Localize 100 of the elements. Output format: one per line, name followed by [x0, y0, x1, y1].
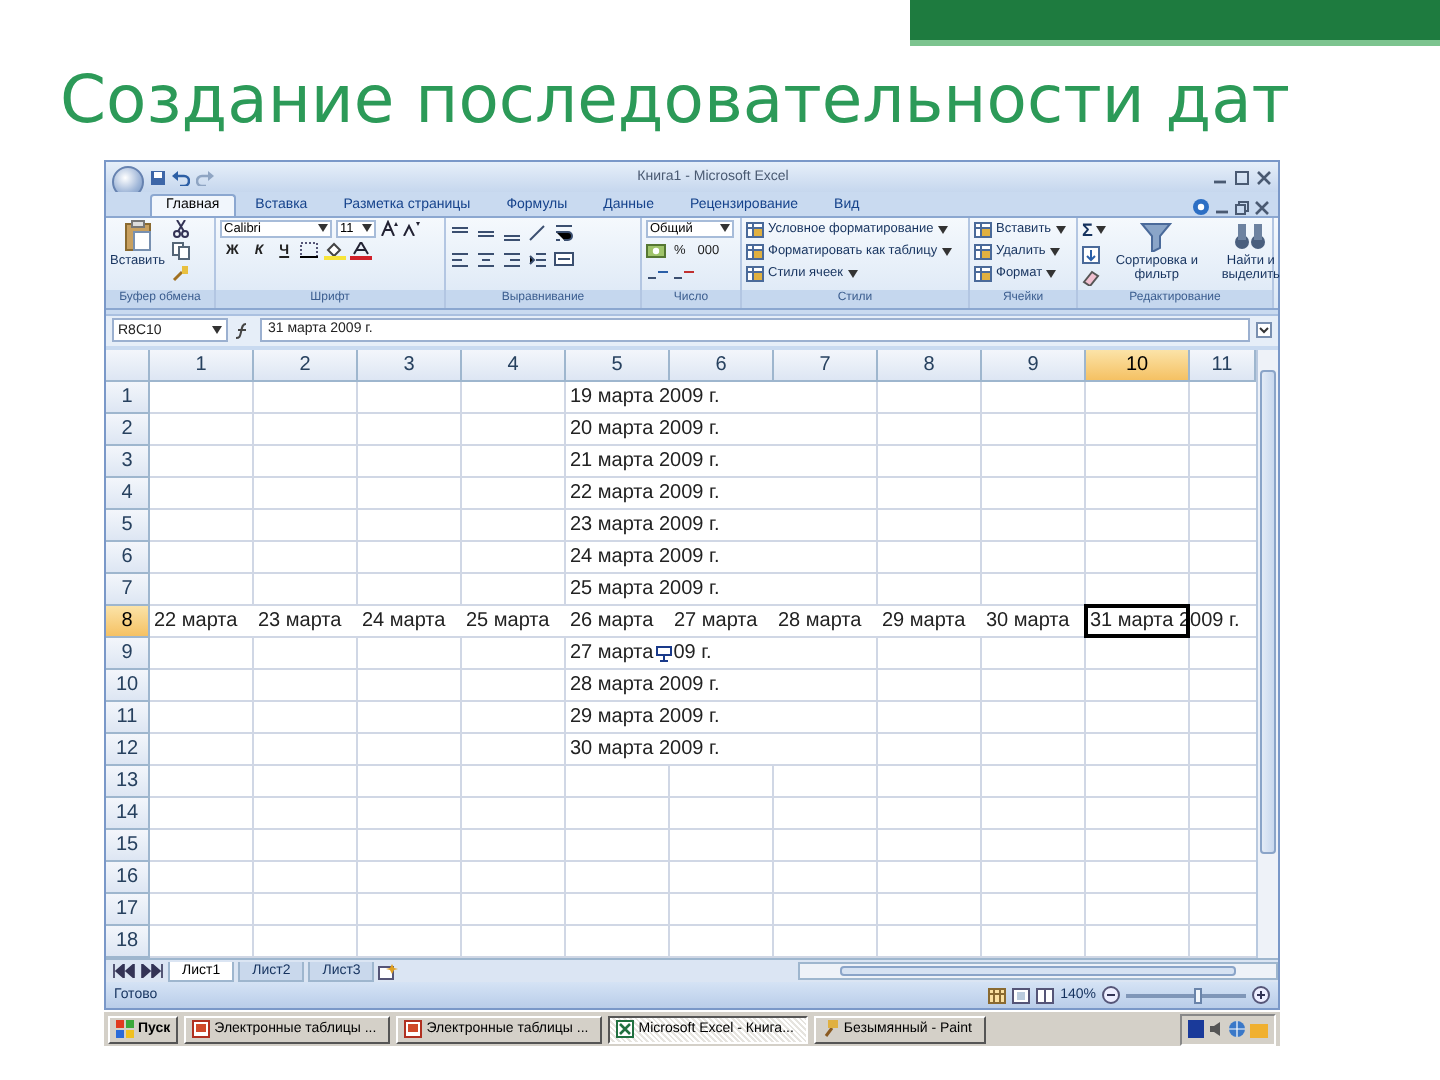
brush-icon[interactable]	[171, 263, 190, 282]
binoculars-icon	[1234, 219, 1267, 252]
save-icon[interactable]	[150, 169, 166, 185]
indent-icon[interactable]	[528, 249, 548, 268]
cell-text: 28 марта	[774, 606, 878, 639]
normal-view-icon[interactable]	[988, 987, 1007, 1004]
page-break-view-icon[interactable]	[1036, 987, 1055, 1004]
horizontal-align-icon[interactable]	[476, 249, 496, 268]
row-header[interactable]: 3	[106, 446, 150, 479]
paintbrush-icon	[821, 1020, 840, 1038]
row-header[interactable]: 9	[106, 638, 150, 671]
caret-icon[interactable]	[720, 224, 730, 233]
cell-text: 24 марта	[358, 606, 462, 639]
horizontal-align-icon[interactable]	[502, 249, 522, 268]
text-orientation-icon[interactable]	[528, 223, 548, 242]
help-icon[interactable]	[1192, 197, 1210, 216]
currency-icon[interactable]	[646, 241, 666, 260]
close-icon[interactable]	[1256, 169, 1272, 185]
row-header[interactable]: 7	[106, 574, 150, 607]
insert-sheet-icon[interactable]	[378, 963, 399, 980]
close-icon[interactable]	[1254, 199, 1270, 216]
cell-text: 27 марта	[670, 606, 774, 639]
page-layout-view-icon[interactable]	[1012, 987, 1031, 1004]
row-header[interactable]: 16	[106, 862, 150, 895]
column-header[interactable]: 10	[1086, 350, 1190, 383]
cell-text: 29 марта 2009 г.	[566, 702, 774, 735]
row-header[interactable]: 12	[106, 734, 150, 767]
zoom-out-icon[interactable]	[1102, 986, 1120, 1005]
row-header[interactable]: 15	[106, 830, 150, 863]
column-header[interactable]: 2	[254, 350, 358, 383]
caret-icon[interactable]	[847, 269, 858, 278]
horizontal-scrollbar[interactable]	[798, 962, 1278, 981]
caret-icon[interactable]	[1046, 269, 1057, 278]
caret-icon[interactable]	[1055, 225, 1066, 234]
column-header[interactable]: 4	[462, 350, 566, 383]
row-header[interactable]: 8	[106, 606, 150, 639]
cell-text: 20 марта 2009 г.	[566, 414, 774, 447]
row-header[interactable]: 10	[106, 670, 150, 703]
wrap-text-icon[interactable]	[554, 223, 574, 242]
vertical-scrollbar[interactable]	[1256, 350, 1278, 959]
table-icon	[974, 221, 992, 238]
zoom-in-icon[interactable]	[1252, 986, 1270, 1005]
copy-icon[interactable]	[171, 241, 190, 260]
grow-font-icon[interactable]	[380, 220, 398, 237]
slider-thumb[interactable]	[1194, 987, 1202, 1004]
column-header[interactable]: 6	[670, 350, 774, 383]
row-header[interactable]: 11	[106, 702, 150, 735]
column-header[interactable]: 9	[982, 350, 1086, 383]
scissors-icon[interactable]	[171, 219, 190, 238]
speaker-icon[interactable]	[1208, 1020, 1224, 1038]
zoom-slider[interactable]	[1126, 993, 1246, 998]
globe-icon[interactable]	[1228, 1020, 1246, 1038]
cell-text: 23 марта 2009 г.	[566, 510, 774, 543]
caret-icon[interactable]	[1096, 225, 1107, 234]
horizontal-align-icon[interactable]	[450, 249, 470, 268]
autosum-button[interactable]: Σ	[1082, 219, 1107, 240]
caret-icon[interactable]	[212, 326, 222, 335]
column-header[interactable]: 8	[878, 350, 982, 383]
sheet-navigation-icon[interactable]	[112, 964, 164, 979]
column-header[interactable]: 7	[774, 350, 878, 383]
column-header[interactable]: 11	[1190, 350, 1256, 383]
row-header[interactable]: 2	[106, 414, 150, 447]
table-icon	[746, 221, 764, 238]
cell-text: 22 марта 2009 г.	[566, 478, 774, 511]
caret-icon[interactable]	[362, 224, 372, 233]
shrink-font-icon[interactable]	[402, 220, 420, 237]
column-header[interactable]: 1	[150, 350, 254, 383]
row-header[interactable]: 4	[106, 478, 150, 511]
maximize-icon[interactable]	[1234, 169, 1250, 185]
row-header[interactable]: 17	[106, 894, 150, 927]
cell-text: 25 марта 2009 г.	[566, 574, 774, 607]
cell-text: 28 марта 2009 г.	[566, 670, 774, 703]
expand-icon[interactable]	[1256, 322, 1272, 339]
caret-icon[interactable]	[941, 247, 952, 256]
presentation-icon	[192, 1020, 211, 1038]
row-header[interactable]: 14	[106, 798, 150, 831]
caret-icon[interactable]	[318, 224, 328, 233]
cell-text: 24 марта 2009 г.	[566, 542, 774, 575]
table-icon	[974, 265, 992, 282]
restore-icon[interactable]	[1234, 199, 1250, 216]
caret-icon[interactable]	[1049, 247, 1060, 256]
border-icon[interactable]	[299, 242, 320, 259]
column-header[interactable]: 5	[566, 350, 670, 383]
row-header[interactable]: 13	[106, 766, 150, 799]
table-icon	[974, 243, 992, 260]
font-color-icon[interactable]	[349, 241, 372, 260]
merge-cells-icon[interactable]	[554, 249, 574, 268]
row-header[interactable]: 6	[106, 542, 150, 575]
undo-icon[interactable]	[172, 169, 190, 185]
row-header[interactable]: 1	[106, 382, 150, 415]
fill-color-icon[interactable]	[323, 241, 346, 260]
clipboard-icon[interactable]	[123, 219, 152, 252]
caret-icon[interactable]	[937, 225, 948, 234]
cell-text: 23 марта	[254, 606, 358, 639]
table-icon	[746, 265, 764, 282]
cell-text: 30 марта 2009 г.	[566, 734, 774, 767]
row-header[interactable]: 18	[106, 926, 150, 959]
row-header[interactable]: 5	[106, 510, 150, 543]
fill-down-icon[interactable]	[1082, 245, 1100, 264]
column-header[interactable]: 3	[358, 350, 462, 383]
